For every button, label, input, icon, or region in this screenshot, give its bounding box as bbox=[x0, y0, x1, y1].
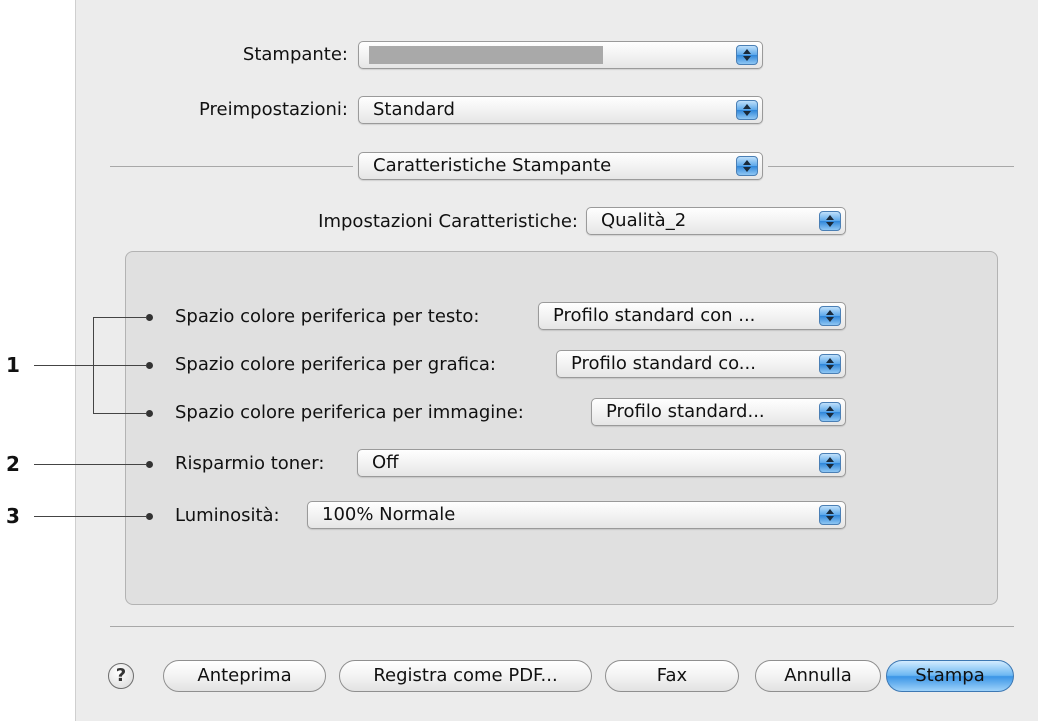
up-down-arrows-icon bbox=[819, 354, 841, 374]
presets-label: Preimpostazioni: bbox=[199, 99, 348, 120]
preview-button[interactable]: Anteprima bbox=[163, 660, 326, 692]
image-color-space-popup[interactable]: Profilo standard... bbox=[591, 398, 846, 426]
callout-line bbox=[34, 464, 147, 465]
help-button[interactable]: ? bbox=[108, 663, 134, 689]
up-down-arrows-icon bbox=[819, 505, 841, 525]
bullet-dot bbox=[146, 410, 153, 417]
feature-sets-value: Qualità_2 bbox=[601, 210, 687, 231]
bullet-dot bbox=[146, 461, 153, 468]
up-down-arrows-icon bbox=[819, 402, 841, 422]
separator-right bbox=[768, 166, 1014, 167]
printer-name-redacted bbox=[369, 46, 603, 64]
brightness-label: Luminosità: bbox=[175, 505, 280, 526]
up-down-arrows-icon bbox=[819, 306, 841, 326]
brightness-popup[interactable]: 100% Normale bbox=[307, 501, 846, 529]
text-color-space-value: Profilo standard con ... bbox=[553, 305, 756, 326]
fax-button[interactable]: Fax bbox=[605, 660, 739, 692]
cancel-button[interactable]: Annulla bbox=[755, 660, 881, 692]
graphics-color-space-label: Spazio colore periferica per grafica: bbox=[175, 354, 496, 375]
graphics-color-space-value: Profilo standard co... bbox=[571, 353, 756, 374]
presets-popup[interactable]: Standard bbox=[358, 96, 763, 124]
separator-left bbox=[110, 166, 353, 167]
brightness-value: 100% Normale bbox=[322, 504, 456, 525]
toner-save-popup[interactable]: Off bbox=[357, 449, 846, 477]
graphics-color-space-popup[interactable]: Profilo standard co... bbox=[556, 350, 846, 378]
section-popup[interactable]: Caratteristiche Stampante bbox=[358, 152, 763, 180]
text-color-space-popup[interactable]: Profilo standard con ... bbox=[538, 302, 846, 330]
printer-popup[interactable] bbox=[358, 41, 763, 69]
bullet-dot bbox=[146, 362, 153, 369]
printer-label: Stampante: bbox=[242, 44, 348, 65]
text-color-space-label: Spazio colore periferica per testo: bbox=[175, 306, 480, 327]
callout-line bbox=[34, 516, 147, 517]
callout-line bbox=[93, 317, 147, 318]
toner-save-value: Off bbox=[372, 452, 399, 473]
up-down-arrows-icon bbox=[819, 453, 841, 473]
feature-sets-popup[interactable]: Qualità_2 bbox=[586, 207, 846, 235]
callout-3: 3 bbox=[6, 504, 20, 528]
image-color-space-value: Profilo standard... bbox=[606, 401, 765, 422]
bullet-dot bbox=[146, 314, 153, 321]
print-button[interactable]: Stampa bbox=[886, 660, 1014, 692]
callout-1: 1 bbox=[6, 353, 20, 377]
up-down-arrows-icon bbox=[819, 211, 841, 231]
up-down-arrows-icon bbox=[736, 156, 758, 176]
callout-2: 2 bbox=[6, 452, 20, 476]
section-value: Caratteristiche Stampante bbox=[373, 155, 612, 176]
feature-sets-label: Impostazioni Caratteristiche: bbox=[318, 211, 578, 232]
image-color-space-label: Spazio colore periferica per immagine: bbox=[175, 402, 524, 423]
up-down-arrows-icon bbox=[736, 45, 758, 65]
toner-save-label: Risparmio toner: bbox=[175, 453, 325, 474]
bullet-dot bbox=[146, 513, 153, 520]
callout-line bbox=[93, 413, 147, 414]
up-down-arrows-icon bbox=[736, 100, 758, 120]
callout-line bbox=[34, 365, 147, 366]
save-as-pdf-button[interactable]: Registra come PDF... bbox=[339, 660, 592, 692]
presets-value: Standard bbox=[373, 99, 455, 120]
bottom-separator bbox=[110, 626, 1014, 627]
